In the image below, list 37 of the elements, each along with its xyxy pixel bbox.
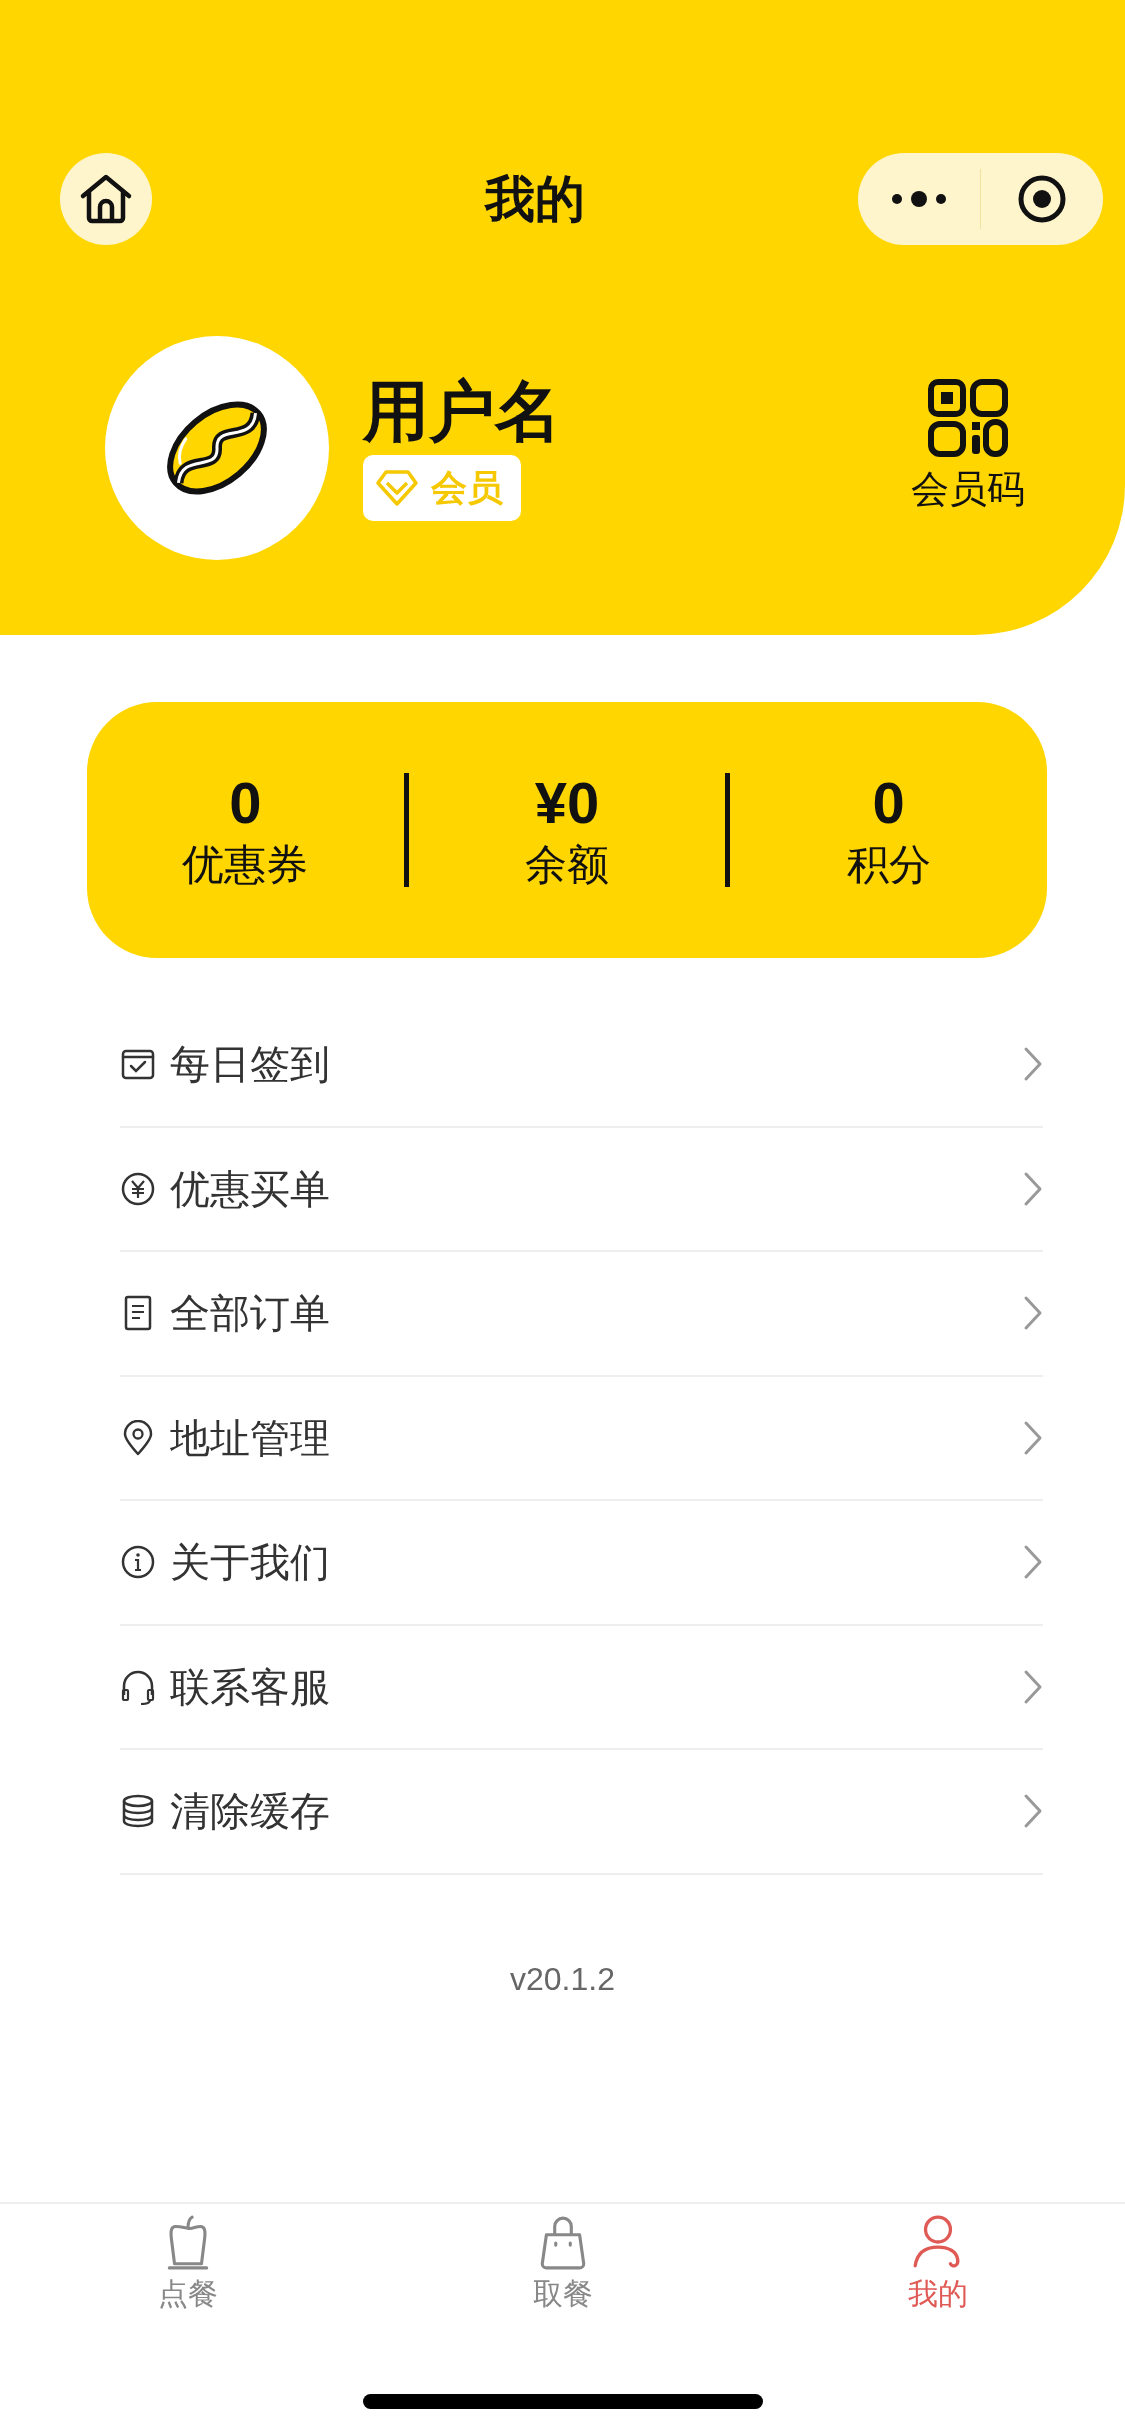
version-text: v20.1.2 xyxy=(509,1959,616,1999)
stat-value: 0 xyxy=(229,768,262,837)
target-icon xyxy=(1017,174,1067,224)
chevron-right-icon xyxy=(1023,1668,1043,1705)
chevron-right-icon xyxy=(1023,1419,1043,1456)
yen-circle-icon xyxy=(120,1170,156,1207)
tab[interactable]: 取餐 xyxy=(375,2204,750,2344)
more-icon xyxy=(891,189,947,209)
tab[interactable]: 点餐 xyxy=(0,2204,375,2344)
stat-label: 积分 xyxy=(846,839,931,890)
qr-code-icon xyxy=(928,378,1008,457)
chevron-right-icon xyxy=(1023,1544,1043,1581)
chevron-right-icon xyxy=(1023,1295,1043,1332)
database-icon xyxy=(120,1793,156,1830)
menu-item[interactable]: 优惠买单 xyxy=(120,1127,1043,1252)
home-icon xyxy=(79,174,133,224)
menu-item[interactable]: 全部订单 xyxy=(120,1252,1043,1377)
menu-item[interactable]: 地址管理 xyxy=(120,1376,1043,1501)
stat-value: ¥0 xyxy=(534,768,600,837)
chevron-right-icon xyxy=(1023,1793,1043,1830)
chevron-right-icon xyxy=(1023,1170,1043,1207)
headset-icon xyxy=(120,1668,156,1705)
info-icon xyxy=(120,1544,156,1581)
member-code-button[interactable]: 会员码 xyxy=(911,378,1025,518)
chevron-right-icon xyxy=(1023,1046,1043,1083)
stat-label: 余额 xyxy=(525,839,609,890)
menu-item[interactable]: 联系客服 xyxy=(120,1625,1043,1750)
tab[interactable]: 我的 xyxy=(750,2204,1125,2344)
page-title: 我的 xyxy=(485,169,585,229)
username: 用户名 xyxy=(363,374,562,448)
menu-item[interactable]: 清除缓存 xyxy=(120,1750,1043,1875)
diamond-icon xyxy=(375,469,419,508)
stat-label: 优惠券 xyxy=(182,839,309,890)
menu-item[interactable]: 关于我们 xyxy=(120,1501,1043,1626)
member-badge: 会员 xyxy=(363,455,521,522)
stat-value: 0 xyxy=(872,768,905,837)
menu-item[interactable]: 每日签到 xyxy=(120,1003,1043,1128)
